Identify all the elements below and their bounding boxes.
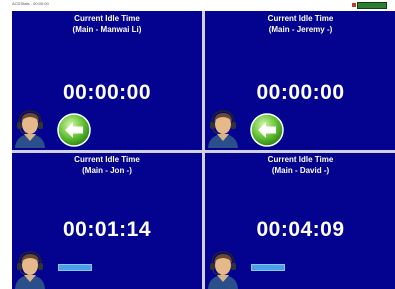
idle-timer: 00:01:14 xyxy=(62,218,152,241)
agent-panel: Current Idle Time (Main - Manwai Li) 00:… xyxy=(12,11,202,150)
idle-timer: 00:00:00 xyxy=(256,81,345,104)
agent-panel: Current Idle Time (Main - David -) 00:04… xyxy=(205,153,395,289)
progress-bar xyxy=(58,264,92,271)
agent-headset-avatar-icon xyxy=(15,251,45,289)
idle-timer: 00:00:00 xyxy=(62,81,152,104)
idle-timer: 00:04:09 xyxy=(256,218,345,241)
panel-title: Current Idle Time xyxy=(267,14,334,23)
agent-headset-avatar-icon xyxy=(208,251,238,289)
back-arrow-icon[interactable] xyxy=(56,113,92,147)
progress-fill xyxy=(252,265,284,270)
agent-name: (Main - Jon -) xyxy=(82,166,132,175)
agent-panel: Current Idle Time (Main - Jon -) 00:01:1… xyxy=(12,153,202,289)
back-arrow-icon[interactable] xyxy=(249,113,285,147)
progress-fill xyxy=(59,265,91,270)
status-strip xyxy=(357,2,387,9)
app-title: ACDStats - 00:00:00 xyxy=(12,1,49,6)
window-titlebar: ACDStats - 00:00:00 xyxy=(0,0,395,11)
panel-title: Current Idle Time xyxy=(74,155,140,164)
panel-title: Current Idle Time xyxy=(74,14,140,23)
agent-headset-avatar-icon xyxy=(208,110,238,148)
status-indicator-icon xyxy=(352,3,356,7)
panel-title: Current Idle Time xyxy=(267,155,334,164)
idle-time-grid: Current Idle Time (Main - Manwai Li) 00:… xyxy=(12,11,395,289)
agent-panel: Current Idle Time (Main - Jeremy -) 00:0… xyxy=(205,11,395,150)
agent-headset-avatar-icon xyxy=(15,110,45,148)
agent-name: (Main - Manwai Li) xyxy=(72,25,142,34)
agent-name: (Main - David -) xyxy=(271,166,330,175)
progress-bar xyxy=(251,264,285,271)
agent-name: (Main - Jeremy -) xyxy=(268,25,333,34)
